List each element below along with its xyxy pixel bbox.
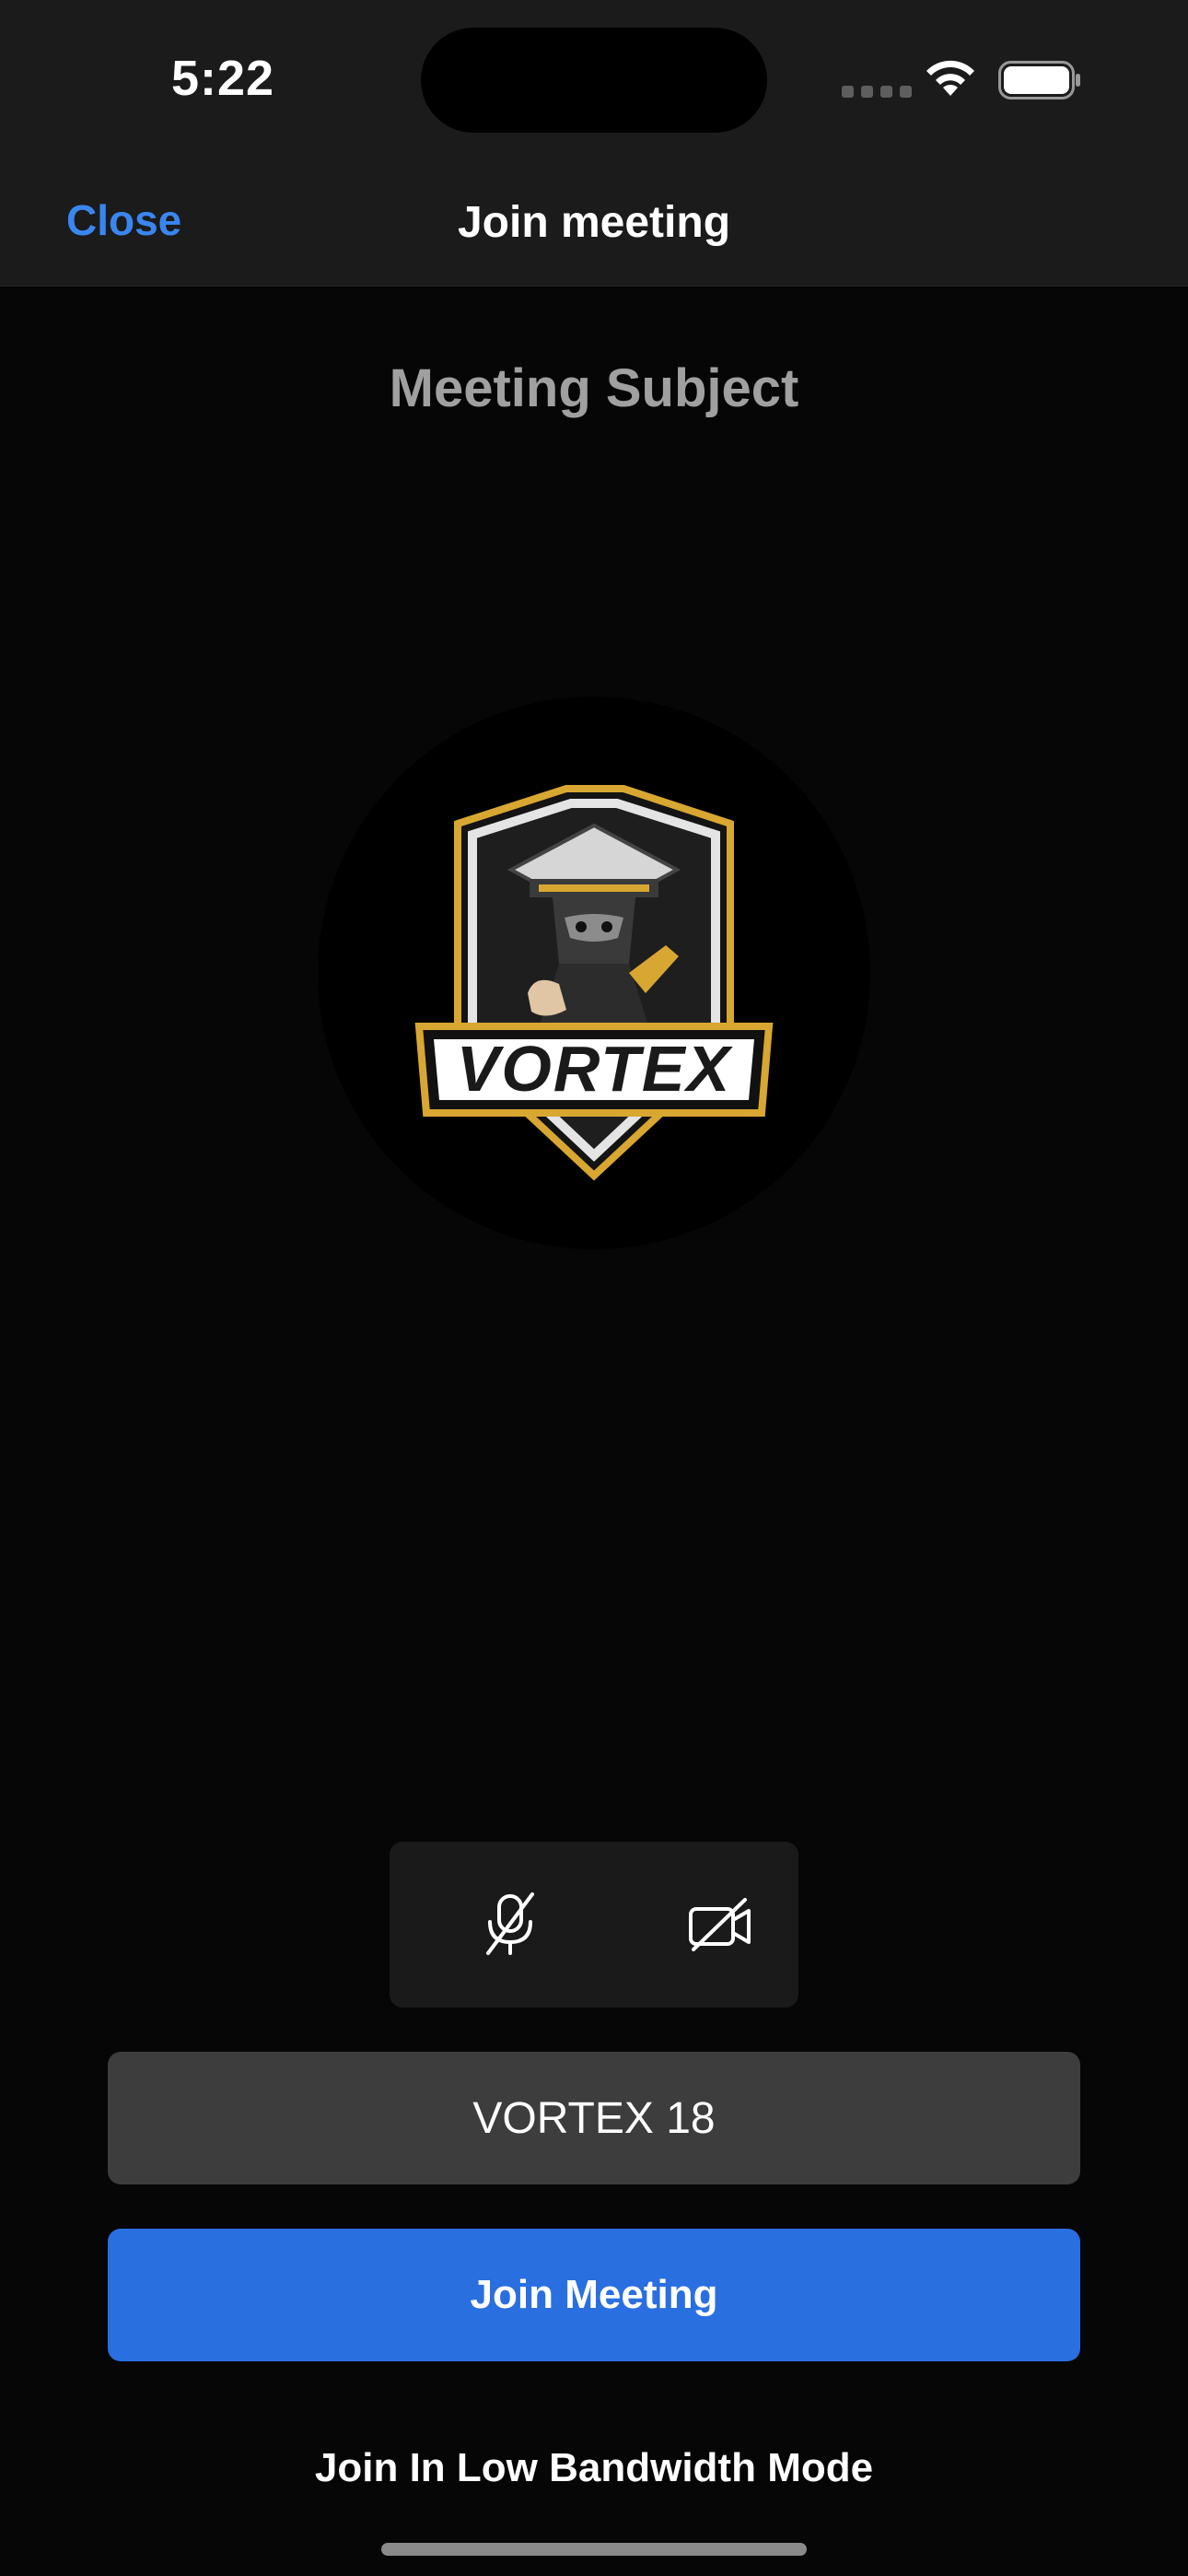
signal-dots-icon <box>842 86 912 98</box>
meeting-avatar: VORTEX <box>318 697 870 1249</box>
av-controls <box>390 1842 798 2008</box>
nav-bar: Close Join meeting <box>0 166 1188 287</box>
page-title: Join meeting <box>457 198 731 247</box>
display-name-field[interactable] <box>108 2052 1080 2184</box>
status-time: 5:22 <box>171 51 275 106</box>
vortex-logo-icon: VORTEX <box>414 785 774 1181</box>
meeting-subject: Meeting Subject <box>389 358 799 418</box>
mic-off-icon <box>486 1892 534 1955</box>
svg-text:VORTEX: VORTEX <box>457 1033 734 1105</box>
camera-toggle-button[interactable] <box>674 1879 766 1971</box>
battery-icon <box>998 61 1080 100</box>
home-indicator <box>381 2543 807 2556</box>
mic-toggle-button[interactable] <box>464 1879 556 1971</box>
dynamic-island <box>421 28 767 133</box>
status-bar: 5:22 <box>0 0 1188 166</box>
join-low-bandwidth-button[interactable]: Join In Low Bandwidth Mode <box>0 2445 1188 2491</box>
wifi-icon <box>926 60 974 96</box>
join-meeting-button[interactable]: Join Meeting <box>108 2229 1080 2361</box>
camera-off-icon <box>689 1898 751 1951</box>
